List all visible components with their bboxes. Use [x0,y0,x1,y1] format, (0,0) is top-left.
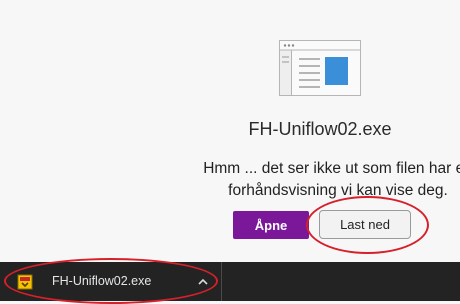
file-preview-illustration-icon [279,40,361,96]
download-file-name: FH-Uniflow02.exe [52,274,152,288]
download-item[interactable]: FH-Uniflow02.exe [0,262,222,301]
chevron-up-icon[interactable] [197,276,209,288]
open-button[interactable]: Åpne [233,211,309,239]
exe-file-icon [17,274,33,290]
file-preview-panel: FH-Uniflow02.exe Hmm ... det ser ikke ut… [0,0,460,262]
download-shelf: FH-Uniflow02.exe [0,262,460,301]
no-preview-message: Hmm ... det ser ikke ut som filen har en… [203,160,460,199]
preview-file-name: FH-Uniflow02.exe [248,119,392,139]
download-button[interactable]: Last ned [319,210,411,239]
